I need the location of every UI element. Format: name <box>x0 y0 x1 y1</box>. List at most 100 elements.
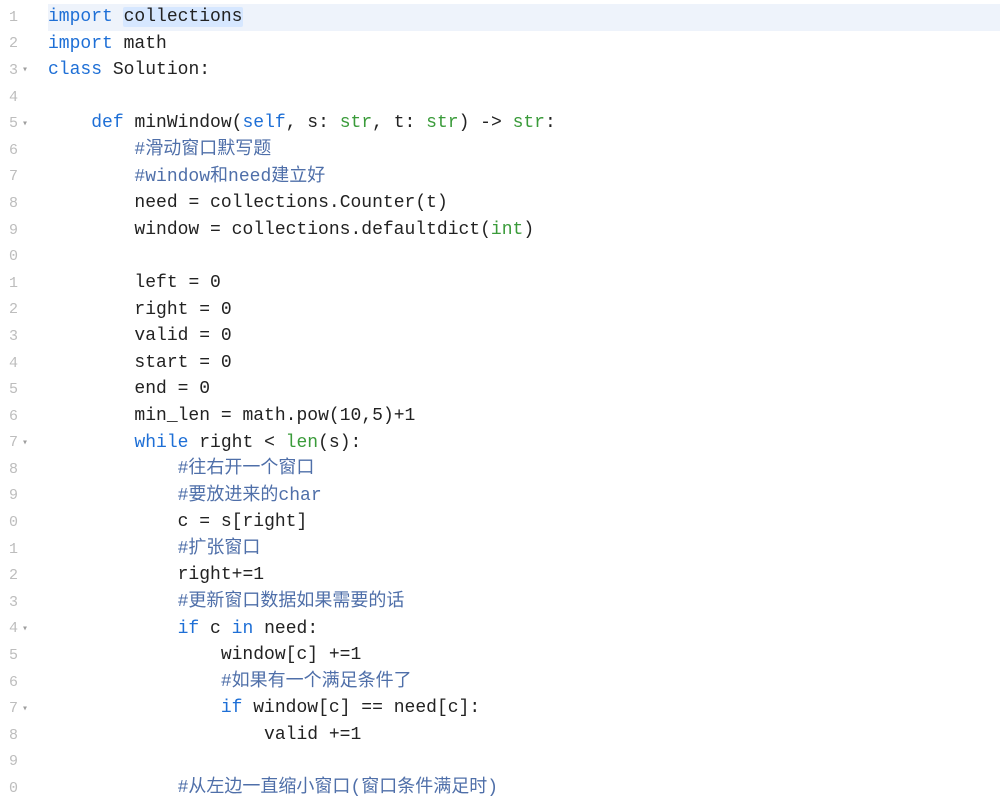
code-token: math <box>242 406 285 426</box>
code-line[interactable]: import math <box>48 31 1000 58</box>
gutter-line[interactable]: 7▾ <box>0 695 34 722</box>
code-line[interactable]: window = collections.defaultdict(int) <box>48 217 1000 244</box>
line-number: 9 <box>9 753 18 770</box>
gutter-line[interactable]: 5 <box>0 642 34 669</box>
fold-toggle-icon[interactable]: ▾ <box>20 703 30 715</box>
line-number: 2 <box>9 567 18 584</box>
code-line[interactable]: import collections <box>48 4 1000 31</box>
gutter-line[interactable]: 3▾ <box>0 57 34 84</box>
code-editor[interactable]: 123▾45▾678901234567▾8901234▾567▾890 impo… <box>0 0 1000 809</box>
code-token: window <box>253 698 318 718</box>
code-line[interactable]: #window和need建立好 <box>48 164 1000 191</box>
code-token: t <box>394 113 405 133</box>
code-token: = <box>188 353 220 373</box>
code-line[interactable]: while right < len(s): <box>48 430 1000 457</box>
code-token <box>48 113 91 133</box>
gutter-line[interactable]: 1 <box>0 536 34 563</box>
code-token: : <box>199 60 210 80</box>
gutter-line[interactable]: 6 <box>0 137 34 164</box>
gutter-line[interactable]: 5 <box>0 376 34 403</box>
gutter-line[interactable]: 0 <box>0 775 34 802</box>
line-number: 6 <box>9 674 18 691</box>
code-token: c <box>329 698 340 718</box>
code-line[interactable]: if c in need: <box>48 616 1000 643</box>
code-token: = <box>178 273 210 293</box>
gutter-line[interactable]: 8 <box>0 456 34 483</box>
code-line[interactable]: if window[c] == need[c]: <box>48 695 1000 722</box>
code-token: [ <box>286 645 297 665</box>
line-number: 7 <box>9 700 18 717</box>
code-token <box>48 619 178 639</box>
code-token: , <box>372 113 394 133</box>
code-token <box>48 353 134 373</box>
code-token: window <box>221 645 286 665</box>
gutter-line[interactable]: 2 <box>0 31 34 58</box>
code-line[interactable]: def minWindow(self, s: str, t: str) -> s… <box>48 110 1000 137</box>
code-token: t <box>426 193 437 213</box>
gutter-line[interactable]: 6 <box>0 403 34 430</box>
gutter-line[interactable]: 9 <box>0 217 34 244</box>
code-token: need <box>264 619 307 639</box>
gutter-line[interactable]: 8 <box>0 722 34 749</box>
code-line[interactable]: right+=1 <box>48 562 1000 589</box>
line-number: 3 <box>9 328 18 345</box>
gutter-line[interactable]: 8 <box>0 190 34 217</box>
code-token: import <box>48 7 113 27</box>
fold-toggle-icon[interactable]: ▾ <box>20 118 30 130</box>
code-token <box>221 619 232 639</box>
code-line[interactable]: end = 0 <box>48 376 1000 403</box>
gutter-line[interactable]: 1 <box>0 270 34 297</box>
code-token: #window和need建立好 <box>134 167 325 187</box>
code-line[interactable]: start = 0 <box>48 350 1000 377</box>
code-line[interactable]: #扩张窗口 <box>48 536 1000 563</box>
gutter-line[interactable]: 7 <box>0 164 34 191</box>
code-line[interactable]: window[c] +=1 <box>48 642 1000 669</box>
code-line[interactable]: #往右开一个窗口 <box>48 456 1000 483</box>
code-line[interactable]: #更新窗口数据如果需要的话 <box>48 589 1000 616</box>
gutter-line[interactable]: 4 <box>0 350 34 377</box>
code-line[interactable] <box>48 84 1000 111</box>
code-line[interactable]: right = 0 <box>48 297 1000 324</box>
code-token: collections <box>232 220 351 240</box>
gutter-line[interactable]: 4▾ <box>0 616 34 643</box>
code-line[interactable]: valid +=1 <box>48 722 1000 749</box>
gutter-line[interactable]: 2 <box>0 562 34 589</box>
code-token: ( <box>480 220 491 240</box>
code-token: import <box>48 34 113 54</box>
code-token <box>48 379 134 399</box>
code-line[interactable]: #从左边一直缩小窗口(窗口条件满足时) <box>48 775 1000 802</box>
gutter-line[interactable]: 3 <box>0 323 34 350</box>
gutter-line[interactable]: 4 <box>0 84 34 111</box>
fold-toggle-icon[interactable]: ▾ <box>20 623 30 635</box>
code-line[interactable]: class Solution: <box>48 57 1000 84</box>
code-line[interactable]: #滑动窗口默写题 <box>48 137 1000 164</box>
gutter-line[interactable]: 1 <box>0 4 34 31</box>
gutter-line[interactable]: 7▾ <box>0 430 34 457</box>
code-line[interactable] <box>48 749 1000 776</box>
fold-toggle-icon[interactable]: ▾ <box>20 64 30 76</box>
code-area[interactable]: import collectionsimport mathclass Solut… <box>34 0 1000 809</box>
code-line[interactable] <box>48 243 1000 270</box>
gutter-line[interactable]: 2 <box>0 297 34 324</box>
code-token: : <box>545 113 556 133</box>
gutter-line[interactable]: 6 <box>0 669 34 696</box>
gutter-line[interactable]: 0 <box>0 509 34 536</box>
code-token: += <box>318 645 350 665</box>
code-line[interactable]: min_len = math.pow(10,5)+1 <box>48 403 1000 430</box>
code-token: class <box>48 60 102 80</box>
code-line[interactable]: left = 0 <box>48 270 1000 297</box>
code-line[interactable]: valid = 0 <box>48 323 1000 350</box>
fold-toggle-icon[interactable]: ▾ <box>20 437 30 449</box>
code-line[interactable]: need = collections.Counter(t) <box>48 190 1000 217</box>
code-line[interactable]: #要放进来的char <box>48 483 1000 510</box>
gutter-line[interactable]: 3 <box>0 589 34 616</box>
code-token: right <box>134 300 188 320</box>
code-line[interactable]: #如果有一个满足条件了 <box>48 669 1000 696</box>
code-line[interactable]: c = s[right] <box>48 509 1000 536</box>
gutter-line[interactable]: 5▾ <box>0 110 34 137</box>
code-token: : <box>405 113 427 133</box>
gutter-line[interactable]: 9 <box>0 483 34 510</box>
code-token <box>113 34 124 54</box>
gutter-line[interactable]: 0 <box>0 243 34 270</box>
gutter-line[interactable]: 9 <box>0 749 34 776</box>
